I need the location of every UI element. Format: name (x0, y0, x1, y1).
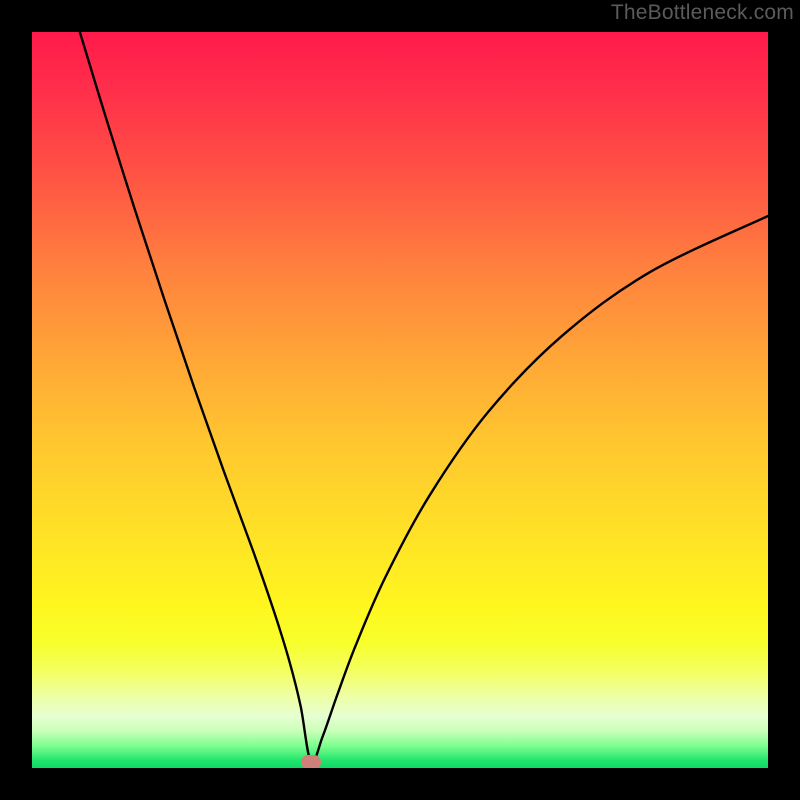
watermark-text: TheBottleneck.com (611, 1, 794, 25)
plot-area (32, 32, 768, 768)
optimum-marker (301, 755, 321, 768)
bottleneck-curve (32, 32, 768, 768)
chart-frame: TheBottleneck.com (0, 0, 800, 800)
